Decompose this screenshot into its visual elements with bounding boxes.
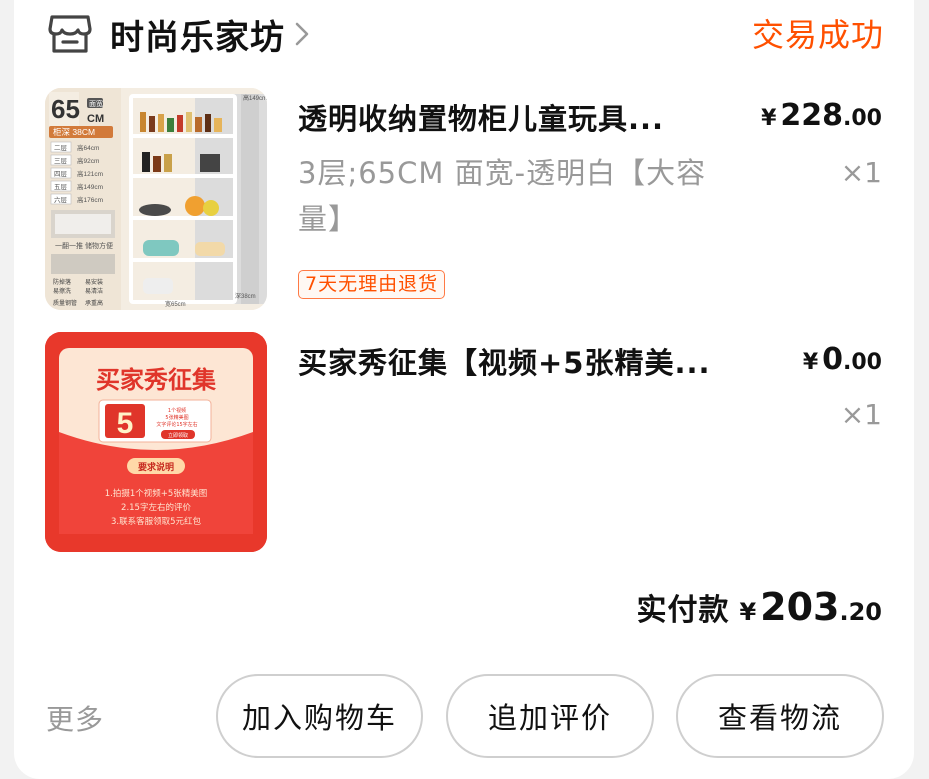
promo-headline: 买家秀征集 — [96, 366, 217, 394]
paid-amount: 实付款 ¥ 203 .20 — [636, 585, 882, 629]
paid-label: 实付款 — [636, 593, 730, 628]
feature-label: 易清洁 — [85, 287, 103, 295]
level-height: 高176cm — [77, 195, 103, 204]
item-spec: 3层;65CM 面宽-透明白【大容量】 — [298, 156, 707, 236]
order-status: 交易成功 — [751, 16, 884, 54]
feature-label: 易安装 — [85, 278, 103, 286]
size-value: 65 — [51, 94, 80, 124]
feature-label: 易擦洗 — [53, 287, 71, 295]
add-review-button[interactable]: 追加评价 — [446, 674, 654, 758]
level-name: 二层 — [54, 144, 68, 152]
level-name: 三层 — [54, 157, 68, 165]
product-thumbnail-promo[interactable]: 买家秀征集 5 1个视频 5张精美图 文字评论15字左右 立即领取 要求说明 1… — [45, 332, 267, 552]
level-name: 六层 — [54, 195, 68, 204]
coupon-line: 1个视频 — [168, 407, 186, 414]
size-badge: 面宽 — [89, 99, 103, 108]
item-title[interactable]: 透明收纳置物柜儿童玩具... — [298, 96, 728, 138]
store-icon — [48, 15, 92, 53]
view-logistics-button[interactable]: 查看物流 — [676, 674, 884, 758]
coupon-claim-button: 立即领取 — [168, 432, 188, 439]
level-height: 高121cm — [77, 169, 103, 178]
shop-header[interactable]: 时尚乐家坊 — [48, 10, 311, 59]
order-card: 时尚乐家坊 交易成功 65 面宽 CM 柜深 38CM 二层 高64cm 三层 … — [14, 0, 914, 779]
depth-label: 柜深 38CM — [53, 127, 95, 137]
item-quantity: ×1 — [840, 156, 882, 189]
product-thumbnail-cabinet[interactable]: 65 面宽 CM 柜深 38CM 二层 高64cm 三层 高92cm 四层 高1… — [45, 88, 267, 310]
feature-label: 防掉落 — [53, 278, 71, 286]
shop-name[interactable]: 时尚乐家坊 — [110, 10, 285, 59]
promo-image: 买家秀征集 5 1个视频 5张精美图 文字评论15字左右 立即领取 要求说明 1… — [45, 332, 267, 552]
requirements-title: 要求说明 — [138, 461, 174, 473]
cabinet-product-image: 65 面宽 CM 柜深 38CM 二层 高64cm 三层 高92cm 四层 高1… — [45, 88, 267, 310]
level-height: 高149cm — [77, 182, 103, 191]
item-title[interactable]: 买家秀征集【视频+5张精美... — [298, 340, 784, 382]
requirement-line: 3.联系客服领取5元红包 — [111, 516, 202, 527]
level-name: 五层 — [54, 183, 68, 191]
requirement-line: 2.15字左右的评价 — [121, 502, 191, 513]
dimension-height: 高149cm — [243, 94, 267, 102]
size-unit: CM — [87, 113, 104, 125]
chevron-right-icon — [295, 22, 309, 46]
level-name: 四层 — [54, 170, 68, 178]
dimension-width: 宽65cm — [165, 300, 186, 308]
item-quantity: ×1 — [840, 398, 882, 431]
coupon-line: 5张精美图 — [165, 414, 188, 421]
more-link[interactable]: 更多 — [46, 698, 104, 738]
dimension-depth: 深38cm — [235, 292, 256, 300]
level-height: 高64cm — [77, 143, 99, 152]
item-price: ¥0.00 — [802, 342, 882, 377]
return-policy-tag: 7天无理由退货 — [298, 270, 446, 299]
image-caption: 一翻一推 储物方便 — [55, 241, 113, 250]
add-to-cart-button[interactable]: 加入购物车 — [216, 674, 423, 758]
feature-label: 质量钢管 — [53, 299, 77, 307]
item-price: ¥228.00 — [761, 98, 882, 133]
promo-big-number: 5 — [117, 407, 134, 440]
coupon-line: 文字评论15字左右 — [156, 421, 197, 428]
level-height: 高92cm — [77, 156, 99, 165]
requirement-line: 1.拍摄1个视频+5张精美图 — [105, 488, 208, 499]
feature-label: 承重高 — [85, 299, 103, 307]
